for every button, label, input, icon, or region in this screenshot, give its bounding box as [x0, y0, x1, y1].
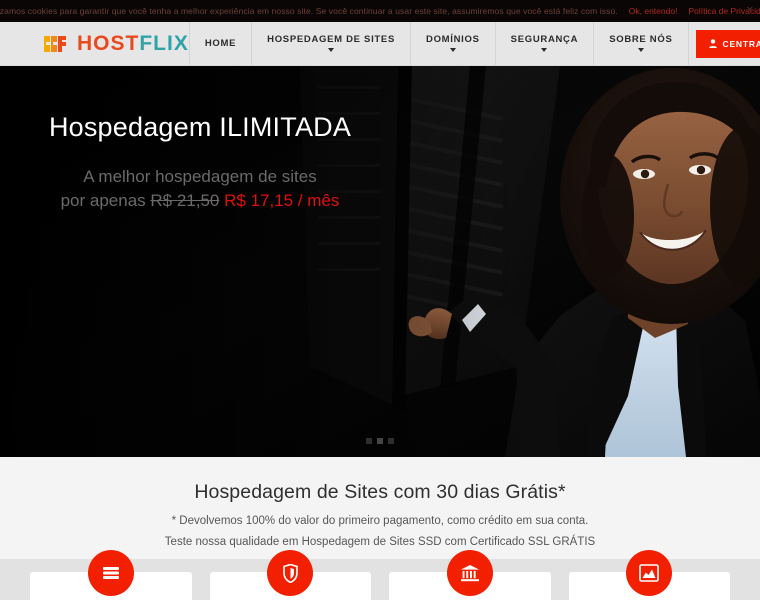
site-header: HOST FLIX HOME HOSPEDAGEM DE SITES DOMÍN…: [0, 22, 760, 66]
hero-subtitle-line1: A melhor hospedagem de sites: [83, 166, 317, 186]
cookie-accept-link[interactable]: Ok, entendo!: [629, 6, 678, 16]
hero-subtitle: A melhor hospedagem de sites por apenas …: [0, 165, 400, 214]
logo-text-flix: FLIX: [139, 32, 189, 55]
promo-title: Hospedagem de Sites com 30 dias Grátis*: [194, 481, 566, 503]
cookie-message: Utilizamos cookies para garantir que voc…: [0, 6, 618, 16]
chevron-down-icon: [328, 47, 335, 52]
feature-card-4[interactable]: [568, 550, 730, 600]
shield-icon[interactable]: [267, 550, 314, 596]
cookie-consent-bar: Utilizamos cookies para garantir que voc…: [0, 0, 760, 22]
area-chart-icon[interactable]: [626, 550, 673, 596]
nav-label: SEGURANÇA: [510, 34, 579, 46]
carousel-dot-2[interactable]: [377, 438, 383, 444]
bank-icon[interactable]: [446, 550, 493, 596]
logo-area: HOST FLIX: [0, 22, 189, 65]
nav-label: DOMÍNIOS: [426, 34, 480, 46]
user-icon: [708, 39, 717, 48]
feature-card-1[interactable]: [30, 550, 192, 600]
promo-line-2: Teste nossa qualidade em Hospedagem de S…: [164, 536, 596, 548]
chevron-down-icon: [637, 47, 644, 52]
hero-price-prefix: por apenas: [60, 191, 146, 211]
client-portal-label: CENTRAL DO CLIENTE: [722, 38, 760, 49]
promo-section: Hospedagem de Sites com 30 dias Grátis* …: [0, 457, 760, 559]
nav-label: HOSPEDAGEM DE SITES: [267, 34, 396, 46]
site-logo[interactable]: HOST FLIX: [44, 33, 189, 55]
carousel-dot-1[interactable]: [366, 438, 372, 444]
nav-item-hospedagem-de-sites[interactable]: HOSPEDAGEM DE SITES: [251, 22, 410, 65]
hero-copy: Hospedagem ILIMITADA A melhor hospedagem…: [0, 112, 400, 214]
nav-item-sobre-nos[interactable]: SOBRE NÓS: [593, 22, 687, 65]
hero-price-old: R$ 21,50: [150, 191, 220, 211]
chevron-down-icon: [449, 47, 456, 52]
hero-title: Hospedagem ILIMITADA: [48, 112, 352, 142]
nav-label: HOME: [204, 37, 237, 49]
close-icon[interactable]: ✕: [746, 6, 754, 16]
feature-card-3[interactable]: [389, 550, 551, 600]
feature-card-2[interactable]: [209, 550, 371, 600]
carousel-dot-3[interactable]: [388, 438, 394, 444]
nav-item-dominios[interactable]: DOMÍNIOS: [410, 22, 495, 65]
nav-item-seguranca[interactable]: SEGURANÇA: [494, 22, 594, 65]
promo-line-1: * Devolvemos 100% do valor do primeiro p…: [171, 515, 589, 527]
feature-cards-row: [0, 550, 760, 600]
server-list-icon[interactable]: [87, 550, 134, 596]
hero-carousel: Hospedagem ILIMITADA A melhor hospedagem…: [0, 66, 760, 457]
nav-item-home[interactable]: HOME: [188, 22, 251, 65]
logo-text-host: HOST: [77, 32, 140, 55]
hostflix-hf-mark-icon: [44, 35, 66, 52]
carousel-indicators: [0, 438, 760, 444]
hero-pricing-line: por apenas R$ 21,50 R$ 17,15 / mês: [0, 189, 400, 214]
logo-wordmark: HOST FLIX: [77, 33, 189, 54]
nav-label: SOBRE NÓS: [609, 34, 673, 46]
chevron-down-icon: [541, 47, 548, 52]
client-portal-button[interactable]: CENTRAL DO CLIENTE: [695, 29, 760, 58]
main-navigation: HOME HOSPEDAGEM DE SITES DOMÍNIOS SEGURA…: [188, 22, 760, 65]
client-area-cell: CENTRAL DO CLIENTE: [687, 22, 760, 65]
hero-price-new: R$ 17,15 / mês: [224, 191, 340, 211]
